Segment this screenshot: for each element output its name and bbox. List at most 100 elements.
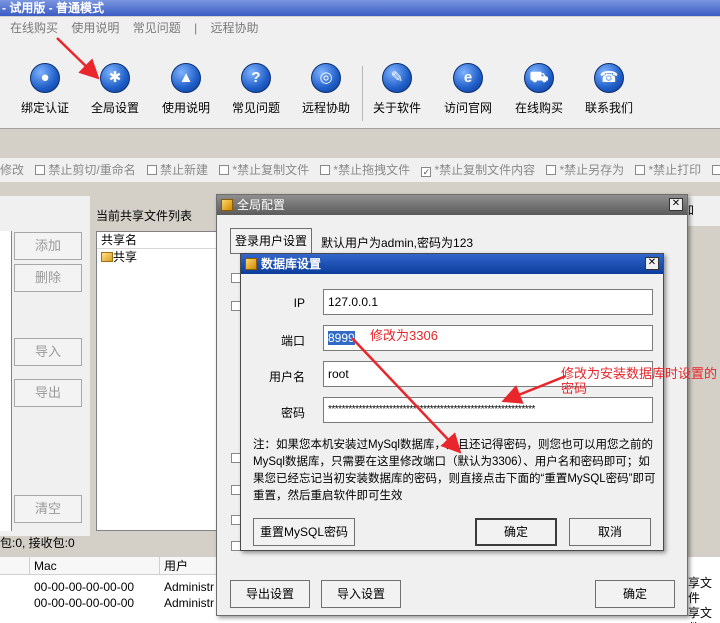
- menu-item-remote[interactable]: 远程协助: [211, 21, 259, 35]
- app-icon: [221, 199, 233, 211]
- table-header-user[interactable]: 用户: [160, 557, 220, 575]
- table-cell-mac: 00-00-00-00-00-00: [34, 580, 135, 594]
- checkbox-no-cut-rename[interactable]: [35, 165, 46, 175]
- left-panel: 添加 删除 导入 导出 清空: [0, 196, 90, 536]
- toolbar-manual-button[interactable]: ▲ 使用说明: [151, 63, 221, 116]
- right-cell: 享文件: [688, 576, 713, 605]
- gear-icon: ✱: [100, 63, 130, 93]
- right-cells: 享文件 享文件: [688, 576, 720, 623]
- delete-button[interactable]: 删除: [14, 264, 82, 292]
- checkbox-no-drag-file[interactable]: [320, 165, 331, 175]
- db-cancel-button[interactable]: 取消: [569, 518, 651, 546]
- permission-options: 修改 禁止剪切/重命名 禁止新建 *禁止复制文件 *禁止拖拽文件 ✓ *禁止复制文…: [0, 158, 720, 182]
- document-icon: ✎: [382, 63, 412, 93]
- database-settings-dialog: 数据库设置 ✕ IP 127.0.0.1 端口 8999 用户名 root 密码…: [240, 253, 664, 551]
- table-header-blank: [0, 557, 30, 575]
- database-settings-title-bar: 数据库设置 ✕: [241, 254, 663, 274]
- table-cell-mac: 00-00-00-00-00-00: [34, 596, 135, 610]
- right-cell: 享文件: [688, 606, 713, 623]
- list-item[interactable]: 共享: [97, 249, 217, 265]
- graduation-cap-icon: ▲: [171, 63, 201, 93]
- option-label: *禁止打印: [648, 163, 702, 177]
- database-settings-title: 数据库设置: [261, 257, 322, 271]
- toolbar-remote-button[interactable]: ◎ 远程协助: [291, 63, 361, 116]
- toolbar-bind-auth-button[interactable]: ● 绑定认证: [10, 63, 80, 116]
- app-icon: [245, 258, 257, 270]
- import-button[interactable]: 导入: [14, 338, 82, 366]
- port-annotation: 修改为3306: [370, 328, 438, 343]
- menu-item-manual[interactable]: 使用说明: [71, 21, 119, 35]
- export-settings-button[interactable]: 导出设置: [230, 580, 310, 608]
- username-label: 用户名: [268, 370, 305, 384]
- global-config-title-bar: 全局配置 ✕: [217, 195, 687, 215]
- share-name: 共享: [113, 250, 138, 264]
- globe-icon: ●: [30, 63, 60, 93]
- login-settings-button[interactable]: 登录用户设置: [230, 228, 312, 254]
- global-config-title: 全局配置: [237, 198, 286, 212]
- menu-separator: |: [194, 21, 198, 35]
- password-field[interactable]: ****************************************…: [323, 397, 653, 423]
- option-label: 禁止剪切/重命名: [48, 163, 136, 177]
- clear-button[interactable]: 清空: [14, 495, 82, 523]
- mysql-note: 注：如果您本机安装过MySql数据库，并且还记得密码，则您也可以用您之前的MyS…: [253, 439, 656, 502]
- checkbox-no-save-as[interactable]: [546, 165, 557, 175]
- add-button[interactable]: 添加: [14, 232, 82, 260]
- reset-mysql-password-button[interactable]: 重置MySQL密码: [253, 518, 355, 546]
- toolbar-label: 访问官网: [443, 101, 492, 115]
- options-lead-text: 修改: [0, 163, 25, 177]
- login-info-text: 默认用户为admin,密码为123: [321, 236, 474, 250]
- left-list-edge: [0, 231, 12, 531]
- ip-field[interactable]: 127.0.0.1: [323, 289, 653, 315]
- table-header-mac[interactable]: Mac: [30, 557, 160, 575]
- db-ok-button[interactable]: 确定: [475, 518, 557, 546]
- toolbar-label: 关于软件: [372, 101, 421, 115]
- toolbar-website-button[interactable]: e 访问官网: [433, 63, 503, 116]
- share-list-title: 当前共享文件列表: [96, 209, 193, 223]
- cart-icon: ⛟: [524, 63, 554, 93]
- password-annotation: 修改为安装数据库时设置的密码: [561, 366, 718, 396]
- port-label: 端口: [280, 334, 305, 348]
- export-button[interactable]: 导出: [14, 379, 82, 407]
- toolbar-faq-button[interactable]: ? 常见问题: [221, 63, 291, 116]
- ip-label: IP: [293, 296, 305, 310]
- option-label: *禁止复制文件: [232, 163, 310, 177]
- toolbar: ● 绑定认证 ✱ 全局设置 ▲ 使用说明 ? 常见问题 ◎ 远程协助 ✎ 关于软…: [0, 41, 720, 129]
- table-cell-user: Administr: [164, 580, 215, 594]
- checkbox-truncated[interactable]: [712, 165, 720, 175]
- toolbar-label: 常见问题: [231, 101, 280, 115]
- close-icon[interactable]: ✕: [669, 198, 683, 211]
- checkbox-no-copy-file[interactable]: [219, 165, 230, 175]
- toolbar-label: 使用说明: [161, 101, 210, 115]
- close-icon[interactable]: ✕: [645, 257, 659, 270]
- share-list[interactable]: 共享名 共享: [96, 231, 218, 531]
- status-text: 包:0, 接收包:0: [0, 536, 75, 550]
- menu-item-faq[interactable]: 常见问题: [133, 21, 181, 35]
- option-label: *禁止另存为: [559, 163, 625, 177]
- toolbar-label: 联系我们: [584, 101, 633, 115]
- checkbox-no-print[interactable]: [635, 165, 646, 175]
- toolbar-label: 远程协助: [301, 101, 350, 115]
- window-title: - 试用版 - 普通模式: [0, 0, 720, 16]
- password-label: 密码: [280, 406, 305, 420]
- browser-icon: e: [453, 63, 483, 93]
- checkbox-no-new[interactable]: [147, 165, 158, 175]
- menu-bar: 在线购买 使用说明 常见问题 | 远程协助: [0, 17, 720, 41]
- folder-icon: [101, 252, 113, 262]
- checkbox-no-copy-content[interactable]: ✓: [421, 167, 432, 177]
- option-label: *禁止拖拽文件: [333, 163, 411, 177]
- toolbar-contact-button[interactable]: ☎ 联系我们: [574, 63, 644, 116]
- toolbar-global-settings-button[interactable]: ✱ 全局设置: [80, 63, 150, 116]
- import-settings-button[interactable]: 导入设置: [321, 580, 401, 608]
- toolbar-label: 在线购买: [514, 101, 563, 115]
- toolbar-label: 全局设置: [90, 101, 139, 115]
- table-cell-user: Administr: [164, 596, 215, 610]
- network-icon: ◎: [311, 63, 341, 93]
- menu-item-buy[interactable]: 在线购买: [10, 21, 58, 35]
- global-ok-button[interactable]: 确定: [595, 580, 675, 608]
- toolbar-about-button[interactable]: ✎ 关于软件: [362, 63, 432, 116]
- option-label: *禁止复制文件内容: [434, 163, 536, 177]
- question-icon: ?: [241, 63, 271, 93]
- option-label: 禁止新建: [160, 163, 209, 177]
- toolbar-buy-button[interactable]: ⛟ 在线购买: [504, 63, 574, 116]
- share-list-header[interactable]: 共享名: [97, 232, 217, 249]
